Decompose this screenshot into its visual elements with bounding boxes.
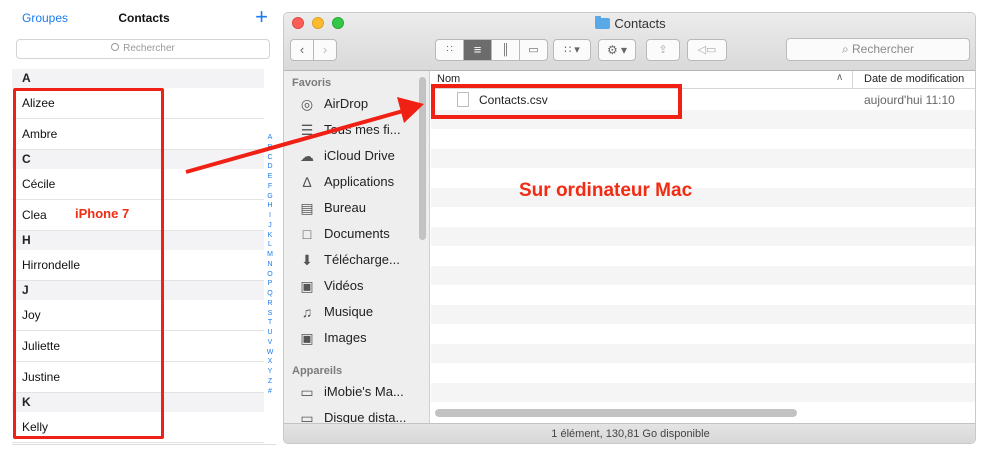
screenshot-canvas: Groupes Contacts + Rechercher A Alizee Amb… <box>0 0 989 456</box>
transfer-arrow <box>185 97 424 174</box>
arrow-shaft <box>185 109 404 174</box>
arrow-head <box>397 97 424 123</box>
